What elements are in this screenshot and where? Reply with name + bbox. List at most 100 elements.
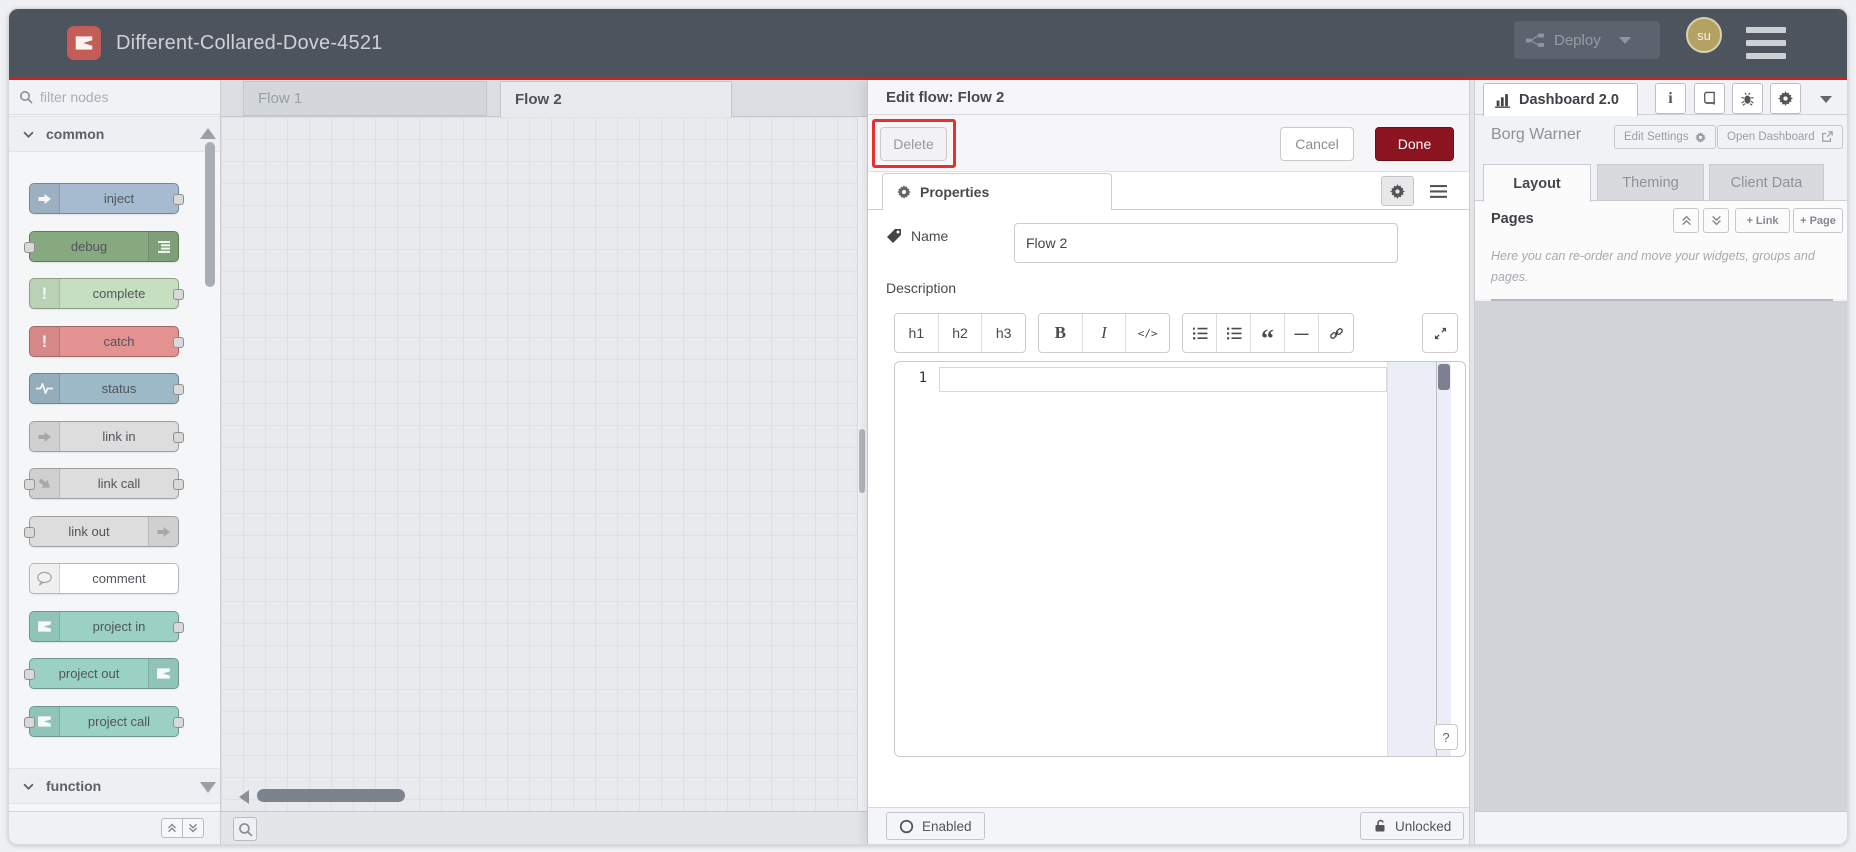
palette-node-link-call[interactable]: link call	[24, 468, 184, 499]
h1-button[interactable]: h1	[895, 314, 939, 352]
gear-icon	[1778, 91, 1793, 106]
palette-node-debug[interactable]: debug	[24, 231, 179, 262]
flow-name-input[interactable]	[1014, 223, 1398, 263]
palette-node-status[interactable]: status	[29, 373, 184, 404]
category-label: common	[46, 126, 105, 142]
add-link-button[interactable]: + Link	[1735, 208, 1790, 233]
palette-node-comment[interactable]: comment	[29, 563, 179, 594]
description-editor[interactable]: 1 ?	[894, 361, 1466, 757]
canvas-vertical-scrollbar[interactable]	[857, 117, 867, 811]
palette-collapse-all-button[interactable]	[161, 818, 183, 838]
vertical-scroll-thumb[interactable]	[859, 429, 865, 493]
output-port	[173, 717, 184, 728]
h2-button[interactable]: h2	[939, 314, 983, 352]
horizontal-rule-button[interactable]: —	[1285, 314, 1319, 352]
node-red-icon	[148, 659, 178, 688]
palette-node-link-in[interactable]: link in	[29, 421, 184, 452]
palette-node-link-out[interactable]: link out	[24, 516, 179, 547]
open-dashboard-button[interactable]: Open Dashboard	[1717, 125, 1843, 149]
description-label: Description	[886, 280, 957, 296]
tab-dashboard-2[interactable]: Dashboard 2.0	[1483, 83, 1638, 116]
code-button[interactable]: </>	[1126, 314, 1169, 352]
info-tab-button[interactable]: i	[1655, 83, 1686, 114]
flow-lock-toggle[interactable]: Unlocked	[1360, 812, 1465, 840]
editor-scroll-track[interactable]	[1387, 362, 1451, 756]
debug-tab-button[interactable]	[1732, 83, 1763, 114]
filter-nodes-input[interactable]	[40, 89, 190, 105]
tab-flow-1[interactable]: Flow 1	[243, 81, 487, 116]
category-function[interactable]: function	[9, 768, 220, 804]
circle-icon	[899, 819, 914, 833]
edit-flow-tray: Edit flow: Flow 2 Delete Cancel Done Pro…	[867, 80, 1469, 844]
tray-title: Edit flow: Flow 2	[886, 88, 1005, 106]
workspace-canvas[interactable]: Flow 1 Flow 2	[221, 80, 867, 844]
horizontal-scroll-thumb[interactable]	[257, 789, 405, 802]
main-menu-icon[interactable]	[1746, 27, 1786, 59]
debug-sidebar-icon	[148, 232, 178, 261]
add-page-button[interactable]: + Page	[1793, 208, 1843, 233]
ordered-list-button[interactable]	[1183, 314, 1217, 352]
tab-theming[interactable]: Theming	[1597, 164, 1704, 201]
blockquote-button[interactable]: “	[1251, 314, 1285, 352]
help-tab-button[interactable]	[1694, 83, 1725, 114]
scroll-down-icon[interactable]	[200, 782, 216, 793]
node-red-icon	[30, 612, 60, 641]
h3-button[interactable]: h3	[982, 314, 1025, 352]
bold-button[interactable]: B	[1039, 314, 1083, 352]
unlock-icon	[1375, 819, 1385, 832]
palette-node-catch[interactable]: ! catch	[29, 326, 184, 357]
list-icon	[1430, 184, 1447, 198]
flow-grid[interactable]	[221, 117, 867, 811]
tab-client-data[interactable]: Client Data	[1709, 164, 1824, 201]
exclamation-icon: !	[30, 327, 60, 356]
editor-scroll-thumb[interactable]	[1438, 364, 1450, 390]
tray-button-row: Delete Cancel Done	[868, 115, 1469, 172]
sidebar-footer	[1475, 811, 1847, 844]
palette-node-project-call[interactable]: project call	[24, 706, 184, 737]
link-button[interactable]	[1319, 314, 1353, 352]
tab-flow-2[interactable]: Flow 2	[500, 81, 732, 117]
book-icon	[1704, 91, 1715, 105]
pages-empty-area	[1475, 301, 1847, 811]
sidebar-menu-caret-icon[interactable]	[1820, 96, 1832, 103]
palette-node-complete[interactable]: ! complete	[29, 278, 184, 309]
tab-label: Properties	[920, 184, 990, 200]
palette-node-project-out[interactable]: project out	[24, 658, 179, 689]
done-button[interactable]: Done	[1375, 127, 1454, 161]
tab-layout[interactable]: Layout	[1483, 164, 1591, 202]
avatar[interactable]: su	[1686, 17, 1722, 53]
scroll-left-icon[interactable]	[239, 790, 249, 804]
delete-button[interactable]: Delete	[880, 127, 947, 161]
palette-filter[interactable]	[9, 80, 220, 115]
chevron-down-icon	[23, 783, 34, 790]
edit-properties-button[interactable]	[1381, 176, 1414, 206]
category-common[interactable]: common	[9, 116, 220, 152]
output-port	[173, 432, 184, 443]
palette-node-inject[interactable]: inject	[29, 183, 184, 214]
expand-editor-button[interactable]	[1423, 314, 1457, 352]
palette-scrollbar-thumb[interactable]	[205, 142, 215, 287]
link-arrow-icon	[148, 517, 178, 546]
scroll-up-icon[interactable]	[200, 128, 216, 139]
edit-description-button[interactable]	[1422, 176, 1455, 206]
tab-label: Flow 2	[515, 91, 562, 108]
flow-enabled-toggle[interactable]: Enabled	[886, 812, 985, 840]
move-up-button[interactable]	[1673, 208, 1699, 233]
edit-settings-button[interactable]: Edit Settings	[1614, 125, 1716, 149]
palette-node-project-in[interactable]: project in	[29, 611, 184, 642]
output-port	[173, 194, 184, 205]
category-label: function	[46, 778, 102, 794]
unordered-list-button[interactable]	[1217, 314, 1251, 352]
deploy-button[interactable]: Deploy	[1514, 21, 1660, 59]
flow-tab-bar: Flow 1 Flow 2	[221, 80, 867, 117]
canvas-zoom-search-button[interactable]	[233, 817, 257, 841]
italic-button[interactable]: I	[1083, 314, 1127, 352]
deploy-caret-icon[interactable]	[1618, 36, 1631, 44]
move-down-button[interactable]	[1703, 208, 1729, 233]
palette-expand-all-button[interactable]	[182, 818, 204, 838]
editor-help-button[interactable]: ?	[1434, 724, 1458, 750]
tab-properties[interactable]: Properties	[882, 173, 1112, 210]
config-tab-button[interactable]	[1770, 83, 1801, 114]
cancel-button[interactable]: Cancel	[1280, 127, 1354, 161]
chevron-down-icon	[23, 131, 34, 138]
